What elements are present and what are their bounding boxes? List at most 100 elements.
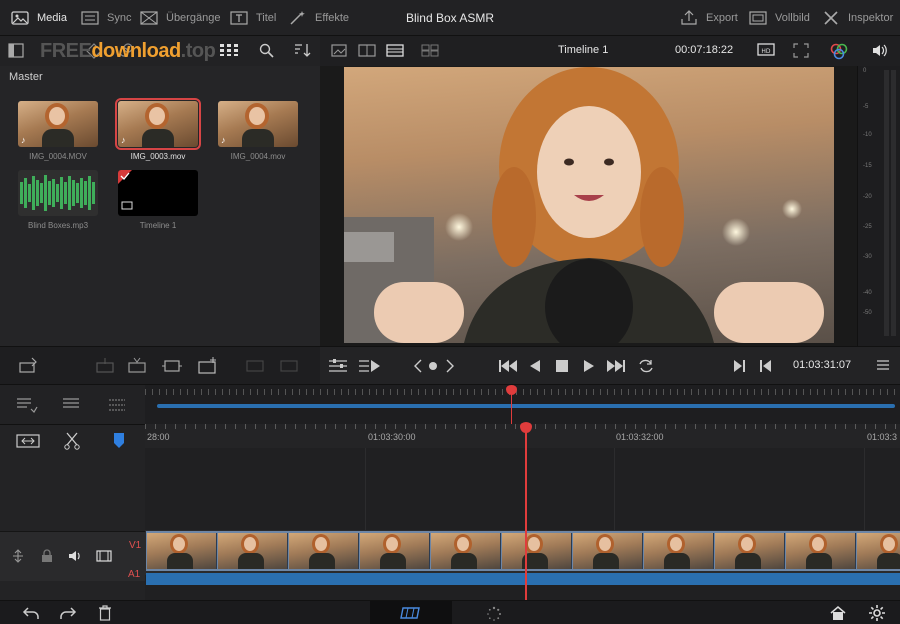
redo-icon[interactable] [59, 605, 77, 621]
grid-view-icon[interactable] [220, 44, 238, 56]
transitions-tab[interactable]: Übergänge [139, 0, 220, 36]
menu-icon[interactable] [876, 359, 890, 371]
timeline-view-icon[interactable] [386, 44, 404, 57]
media-tab-label: Media [37, 12, 67, 24]
multi-view-icon[interactable] [421, 44, 439, 57]
marker-icon[interactable] [112, 432, 126, 450]
ruler-label: 01:03:30:00 [368, 432, 416, 442]
media-tab[interactable]: Media [10, 0, 67, 36]
hd-monitor-icon[interactable]: HD [757, 43, 777, 58]
audio-note-icon: ♪ [121, 135, 126, 145]
grid-line [864, 448, 865, 530]
clip-thumbnail: ♪ [18, 101, 98, 147]
timeline-playhead[interactable] [525, 430, 527, 604]
zoom-tracks-icon[interactable] [108, 397, 130, 413]
play-icon[interactable] [582, 359, 596, 373]
clip-frame-thumbnail [218, 533, 288, 569]
transitions-tab-label: Übergänge [166, 12, 221, 24]
audio-clip[interactable] [146, 573, 900, 585]
play-around-icon[interactable] [358, 357, 382, 375]
home-icon[interactable] [830, 605, 846, 621]
clip-frame-thumbnail [857, 533, 900, 569]
video-preview[interactable] [344, 67, 834, 343]
snap-icon[interactable] [16, 433, 40, 449]
cut-page-tab[interactable] [370, 601, 452, 624]
skip-back-icon[interactable] [498, 359, 518, 373]
clip-item-selected[interactable]: ♪ IMG_0003.mov [115, 98, 201, 161]
track-header-v1: V1 A1 [0, 531, 145, 581]
mark-out-icon[interactable] [758, 359, 772, 373]
play-reverse-icon[interactable] [528, 359, 542, 373]
marker-dot-icon[interactable] [428, 361, 438, 371]
export-button[interactable]: Export [679, 0, 738, 36]
mark-in-icon[interactable] [733, 359, 747, 373]
replace-icon[interactable] [160, 357, 184, 375]
settings-gear-icon[interactable] [868, 604, 886, 622]
color-wheel-icon[interactable] [830, 42, 848, 60]
overwrite-icon[interactable] [127, 357, 149, 375]
inspector-button[interactable]: Inspektor [821, 0, 893, 36]
viewer-timeline-name[interactable]: Timeline 1 [558, 44, 608, 56]
timeline-item[interactable]: Timeline 1 [117, 170, 199, 230]
loop-icon[interactable] [636, 358, 656, 374]
titles-tab-label: Titel [256, 12, 277, 24]
previous-edit-icon[interactable] [413, 359, 423, 373]
mini-timeline[interactable] [145, 384, 900, 425]
track-label-a1: A1 [128, 569, 141, 580]
source-overwrite-icon[interactable] [280, 358, 298, 374]
skip-forward-icon[interactable] [606, 359, 626, 373]
clip-name: Blind Boxes.mp3 [27, 221, 89, 230]
panel-toggle-icon[interactable] [8, 43, 24, 58]
stop-icon[interactable] [555, 359, 569, 373]
ripple-icon[interactable] [246, 358, 264, 374]
sync-tab[interactable]: Sync [80, 0, 131, 36]
watermark-logo: FREEdownload.top [40, 40, 216, 62]
clip-thumbnail: ♪ [115, 98, 201, 150]
export-icon [679, 10, 699, 26]
track-label-v1: V1 [129, 540, 142, 551]
undo-icon[interactable] [22, 605, 40, 621]
sort-icon[interactable] [293, 43, 311, 58]
ruler-label: 28:00 [147, 432, 170, 442]
clip-item[interactable]: Blind Boxes.mp3 [17, 170, 99, 230]
razor-icon[interactable] [64, 432, 80, 450]
zoom-fit-icon[interactable] [793, 43, 809, 58]
track-video-icon[interactable] [96, 549, 112, 563]
viewer-timecode: 00:07:18:22 [675, 44, 734, 56]
stacked-tracks-icon[interactable] [62, 397, 84, 413]
speaker-icon[interactable] [68, 549, 84, 563]
mixer-icon[interactable] [328, 358, 348, 374]
effects-tab[interactable]: Effekte [288, 0, 349, 36]
dual-view-icon[interactable] [358, 44, 376, 57]
volume-icon[interactable] [871, 43, 887, 58]
move-track-icon[interactable] [11, 549, 25, 563]
clip-name: Timeline 1 [139, 221, 177, 230]
loading-icon [486, 606, 502, 622]
search-icon[interactable] [259, 43, 274, 58]
sync-tab-label: Sync [107, 12, 132, 24]
ruler-label: 01:03:3 [867, 432, 898, 442]
media-icon [10, 10, 30, 26]
playhead-timecode: 01:03:31:07 [793, 359, 852, 371]
image-view-icon[interactable] [331, 44, 347, 57]
clip-item[interactable]: ♪ IMG_0004.MOV [17, 101, 99, 161]
meter-bar-right [891, 70, 896, 336]
append-icon[interactable] [18, 357, 40, 375]
video-clip[interactable] [146, 531, 900, 571]
sync-icon [80, 10, 100, 26]
lock-icon[interactable] [41, 549, 53, 563]
svg-text:HD: HD [761, 48, 771, 55]
delete-icon[interactable] [98, 605, 112, 621]
transport-controls: 01:03:31:07 [320, 346, 900, 384]
place-on-top-icon[interactable] [196, 356, 220, 376]
insert-icon[interactable] [95, 357, 117, 375]
fullscreen-button[interactable]: Vollbild [748, 0, 810, 36]
timeline-thumbnail [118, 170, 198, 216]
clip-item[interactable]: ♪ IMG_0004.mov [217, 101, 299, 161]
inspector-icon [821, 10, 841, 26]
bin-label: Master [9, 71, 43, 83]
titles-tab[interactable]: Titel [229, 0, 276, 36]
track-options-icon[interactable] [16, 397, 38, 413]
clip-frame-thumbnail [502, 533, 572, 569]
next-edit-icon[interactable] [445, 359, 455, 373]
